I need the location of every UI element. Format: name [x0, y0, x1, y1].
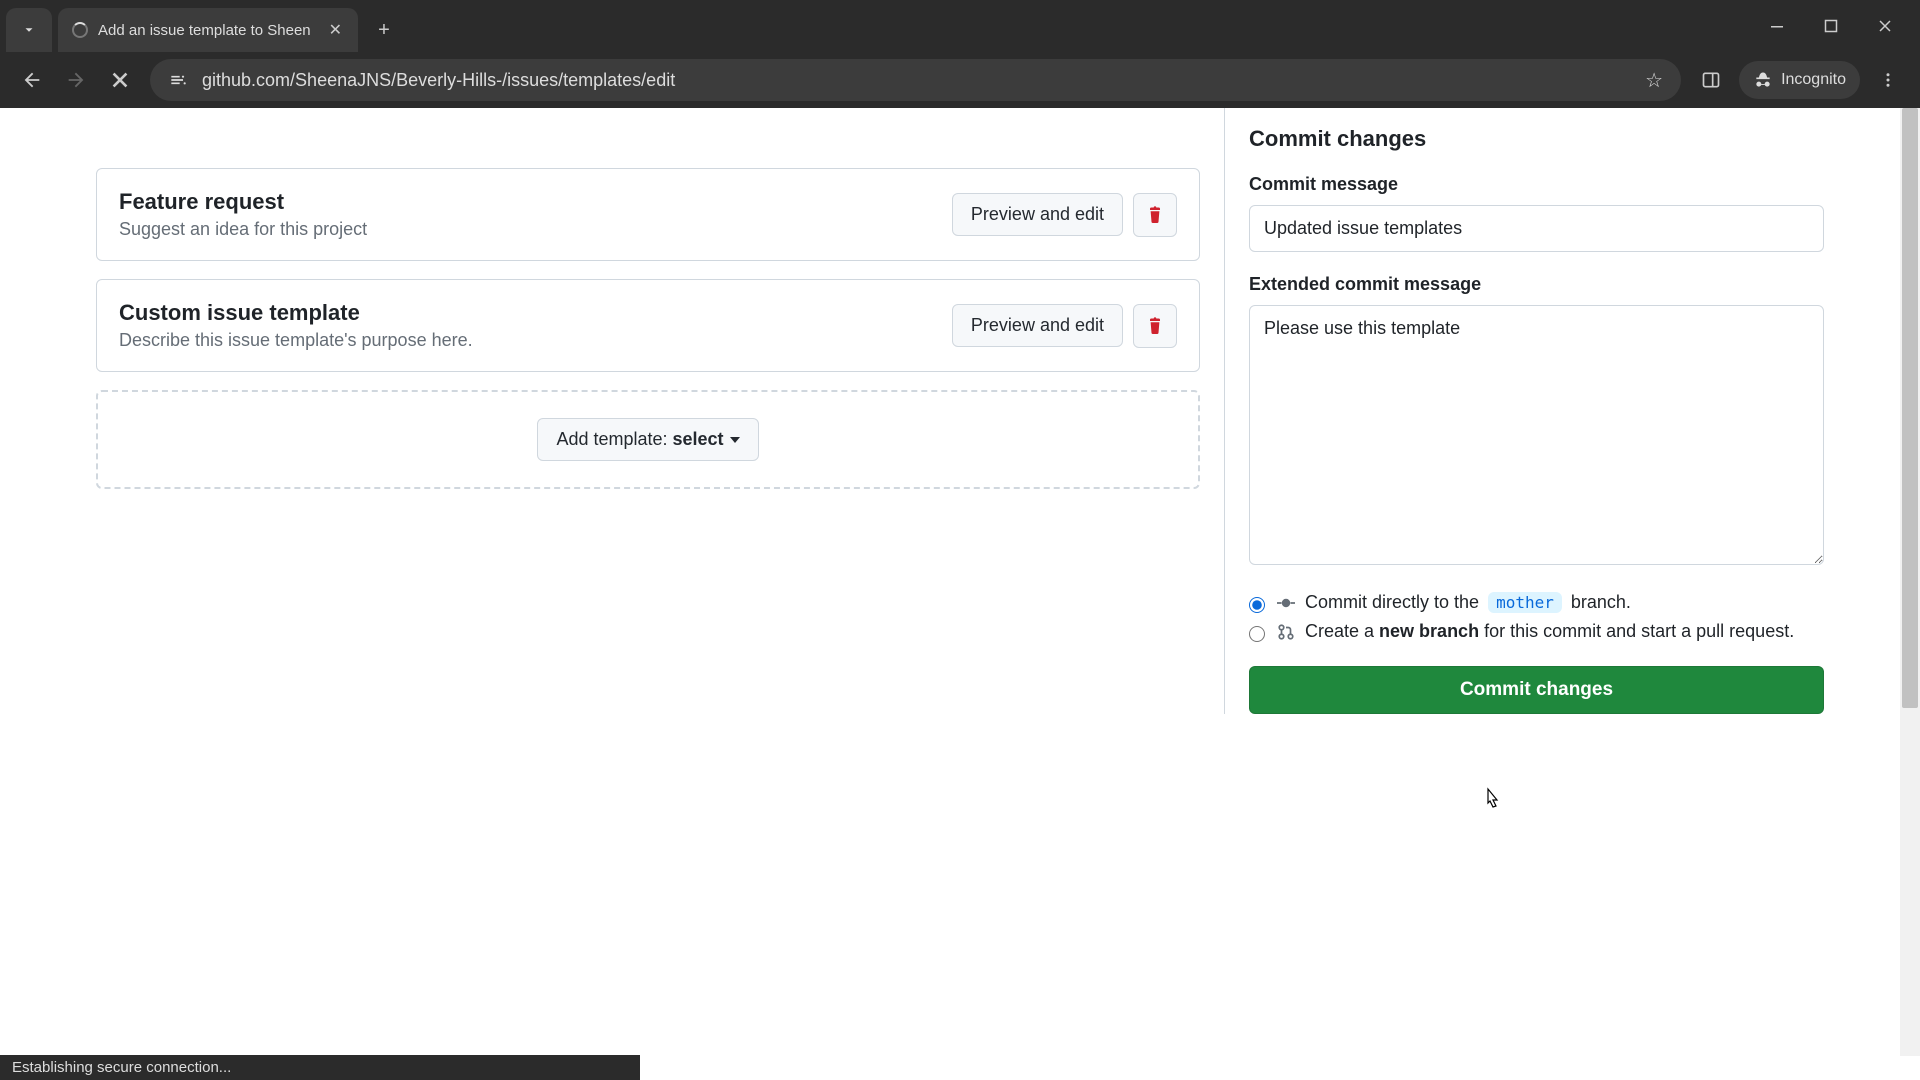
arrow-left-icon — [21, 69, 43, 91]
browser-status-bar: Establishing secure connection... — [0, 1055, 640, 1080]
extended-message-label: Extended commit message — [1249, 274, 1824, 295]
scrollbar-thumb[interactable] — [1902, 108, 1918, 708]
commit-panel: Commit changes Commit message Extended c… — [1224, 108, 1824, 714]
arrow-right-icon — [65, 69, 87, 91]
kebab-menu-icon — [1879, 71, 1897, 89]
template-title: Custom issue template — [119, 300, 952, 326]
tab-title: Add an issue template to Sheen — [98, 22, 327, 39]
window-controls — [1750, 8, 1920, 44]
incognito-icon — [1753, 70, 1773, 90]
commit-newbranch-radio[interactable] — [1249, 626, 1265, 642]
loading-spinner-icon — [72, 22, 88, 38]
template-title: Feature request — [119, 189, 952, 215]
site-settings-icon[interactable] — [168, 70, 188, 90]
commit-direct-text: Commit directly to the mother branch. — [1305, 592, 1631, 613]
git-commit-icon — [1277, 594, 1295, 612]
commit-direct-radio[interactable] — [1249, 597, 1265, 613]
caret-down-icon — [730, 437, 740, 443]
template-description: Describe this issue template's purpose h… — [119, 330, 952, 351]
browser-menu-button[interactable] — [1866, 58, 1910, 102]
page-viewport: Feature request Suggest an idea for this… — [0, 108, 1920, 1080]
trash-icon — [1145, 316, 1165, 336]
preview-edit-button[interactable]: Preview and edit — [952, 193, 1123, 236]
stop-icon — [111, 71, 129, 89]
add-template-prefix: Add template: — [556, 429, 672, 449]
url-text: github.com/SheenaJNS/Beverly-Hills-/issu… — [202, 70, 675, 91]
tab-search-dropdown[interactable] — [6, 8, 52, 52]
browser-tab-strip: Add an issue template to Sheen ✕ + — [0, 0, 1920, 52]
template-description: Suggest an idea for this project — [119, 219, 952, 240]
back-button[interactable] — [10, 58, 54, 102]
commit-message-label: Commit message — [1249, 174, 1824, 195]
add-template-area: Add template: select — [96, 390, 1200, 489]
git-pull-request-icon — [1277, 623, 1295, 641]
chevron-down-icon — [22, 23, 36, 37]
close-window-button[interactable] — [1858, 8, 1912, 44]
maximize-button[interactable] — [1804, 8, 1858, 44]
forward-button[interactable] — [54, 58, 98, 102]
address-bar[interactable]: github.com/SheenaJNS/Beverly-Hills-/issu… — [150, 59, 1681, 101]
browser-tab[interactable]: Add an issue template to Sheen ✕ — [58, 8, 358, 52]
template-card: Custom issue template Describe this issu… — [96, 279, 1200, 372]
bookmark-star-icon[interactable]: ☆ — [1645, 68, 1663, 93]
delete-template-button[interactable] — [1133, 304, 1177, 348]
scrollbar[interactable] — [1900, 108, 1920, 1056]
stop-reload-button[interactable] — [98, 58, 142, 102]
incognito-indicator[interactable]: Incognito — [1739, 61, 1860, 99]
minimize-button[interactable] — [1750, 8, 1804, 44]
incognito-label: Incognito — [1781, 71, 1846, 89]
delete-template-button[interactable] — [1133, 193, 1177, 237]
commit-newbranch-option[interactable]: Create a new branch for this commit and … — [1249, 621, 1824, 642]
add-template-dropdown[interactable]: Add template: select — [537, 418, 758, 461]
new-tab-button[interactable]: + — [366, 12, 402, 48]
trash-icon — [1145, 205, 1165, 225]
maximize-icon — [1824, 19, 1838, 33]
panel-icon — [1701, 70, 1721, 90]
side-panel-button[interactable] — [1689, 58, 1733, 102]
commit-newbranch-text: Create a new branch for this commit and … — [1305, 621, 1794, 642]
branch-chip: mother — [1488, 592, 1562, 613]
close-icon — [1878, 19, 1892, 33]
commit-message-input[interactable] — [1249, 205, 1824, 252]
template-card: Feature request Suggest an idea for this… — [96, 168, 1200, 261]
commit-direct-option[interactable]: Commit directly to the mother branch. — [1249, 592, 1824, 613]
commit-changes-button[interactable]: Commit changes — [1249, 666, 1824, 714]
templates-list: Feature request Suggest an idea for this… — [96, 108, 1200, 714]
close-tab-icon[interactable]: ✕ — [327, 20, 344, 40]
preview-edit-button[interactable]: Preview and edit — [952, 304, 1123, 347]
browser-toolbar: github.com/SheenaJNS/Beverly-Hills-/issu… — [0, 52, 1920, 108]
add-template-select: select — [673, 429, 724, 449]
commit-panel-title: Commit changes — [1249, 126, 1824, 152]
extended-message-textarea[interactable] — [1249, 305, 1824, 565]
minimize-icon — [1770, 19, 1784, 33]
